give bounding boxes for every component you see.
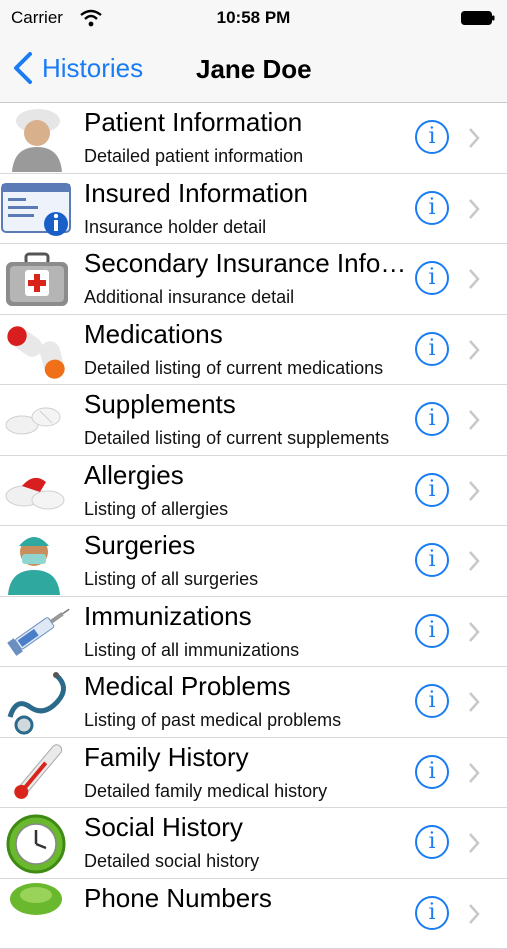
row-subtitle: Detailed social history	[84, 851, 259, 872]
pills-icon	[0, 315, 76, 384]
chevron-right-icon	[468, 832, 480, 854]
chevron-right-icon	[468, 762, 480, 784]
row-subtitle: Listing of past medical problems	[84, 710, 341, 731]
list-item[interactable]: Allergies Listing of allergies i	[0, 456, 507, 527]
row-subtitle: Listing of all immunizations	[84, 640, 299, 661]
row-title: Surgeries	[84, 530, 195, 561]
row-title: Patient Information	[84, 107, 302, 138]
chevron-right-icon	[468, 409, 480, 431]
status-bar: Carrier 10:58 PM	[0, 0, 507, 36]
info-button[interactable]: i	[415, 896, 449, 930]
info-button[interactable]: i	[415, 332, 449, 366]
row-title: Family History	[84, 742, 249, 773]
info-button[interactable]: i	[415, 755, 449, 789]
chevron-right-icon	[468, 268, 480, 290]
list-item[interactable]: Surgeries Listing of all surgeries i	[0, 526, 507, 597]
chevron-left-icon	[12, 52, 34, 84]
info-button[interactable]: i	[415, 402, 449, 436]
list-item[interactable]: Insured Information Insurance holder det…	[0, 174, 507, 245]
clock-time: 10:58 PM	[0, 8, 507, 28]
row-subtitle: Detailed listing of current supplements	[84, 428, 389, 449]
row-subtitle: Listing of all surgeries	[84, 569, 258, 590]
list-item[interactable]: Immunizations Listing of all immunizatio…	[0, 597, 507, 668]
row-title: Social History	[84, 812, 243, 843]
row-subtitle: Insurance holder detail	[84, 217, 266, 238]
list-item[interactable]: Secondary Insurance Info… Additional ins…	[0, 244, 507, 315]
info-button[interactable]: i	[415, 261, 449, 295]
chevron-right-icon	[468, 621, 480, 643]
id-card-icon	[0, 174, 76, 243]
chevron-right-icon	[468, 691, 480, 713]
row-subtitle: Additional insurance detail	[84, 287, 294, 308]
list-item[interactable]: Medical Problems Listing of past medical…	[0, 667, 507, 738]
history-list: Patient Information Detailed patient inf…	[0, 103, 507, 949]
tablets-icon	[0, 385, 76, 454]
row-title: Medications	[84, 319, 223, 350]
chevron-right-icon	[468, 480, 480, 502]
nurse-icon	[0, 103, 76, 172]
allergy-pills-icon	[0, 456, 76, 525]
back-button[interactable]: Histories	[12, 50, 143, 86]
page-title: Jane Doe	[196, 54, 312, 85]
chevron-right-icon	[468, 903, 480, 925]
back-button-label: Histories	[42, 53, 143, 84]
list-item[interactable]: Family History Detailed family medical h…	[0, 738, 507, 809]
row-title: Allergies	[84, 460, 184, 491]
row-subtitle: Detailed patient information	[84, 146, 303, 167]
row-title: Medical Problems	[84, 671, 291, 702]
list-item[interactable]: Patient Information Detailed patient inf…	[0, 103, 507, 174]
clock-icon	[0, 808, 76, 877]
row-subtitle: Detailed family medical history	[84, 781, 327, 802]
battery-icon	[461, 11, 495, 25]
list-item[interactable]: Social History Detailed social history i	[0, 808, 507, 879]
chevron-right-icon	[468, 550, 480, 572]
row-subtitle: Detailed listing of current medications	[84, 358, 383, 379]
info-button[interactable]: i	[415, 684, 449, 718]
row-title: Supplements	[84, 389, 236, 420]
list-item[interactable]: Medications Detailed listing of current …	[0, 315, 507, 386]
row-title: Insured Information	[84, 178, 308, 209]
row-subtitle: Listing of allergies	[84, 499, 228, 520]
info-button[interactable]: i	[415, 191, 449, 225]
thermometer-icon	[0, 738, 76, 807]
info-button[interactable]: i	[415, 614, 449, 648]
list-item[interactable]: Phone Numbers i	[0, 879, 507, 949]
row-title: Secondary Insurance Info…	[84, 248, 406, 279]
info-button[interactable]: i	[415, 825, 449, 859]
info-button[interactable]: i	[415, 543, 449, 577]
stethoscope-icon	[0, 667, 76, 736]
medical-case-icon	[0, 244, 76, 313]
navigation-bar: Histories Jane Doe	[0, 36, 507, 103]
chevron-right-icon	[468, 198, 480, 220]
row-title: Phone Numbers	[84, 883, 272, 914]
phone-icon	[0, 879, 76, 948]
info-button[interactable]: i	[415, 473, 449, 507]
chevron-right-icon	[468, 339, 480, 361]
info-button[interactable]: i	[415, 120, 449, 154]
chevron-right-icon	[468, 127, 480, 149]
list-item[interactable]: Supplements Detailed listing of current …	[0, 385, 507, 456]
surgeon-icon	[0, 526, 76, 595]
row-title: Immunizations	[84, 601, 252, 632]
syringe-icon	[0, 597, 76, 666]
